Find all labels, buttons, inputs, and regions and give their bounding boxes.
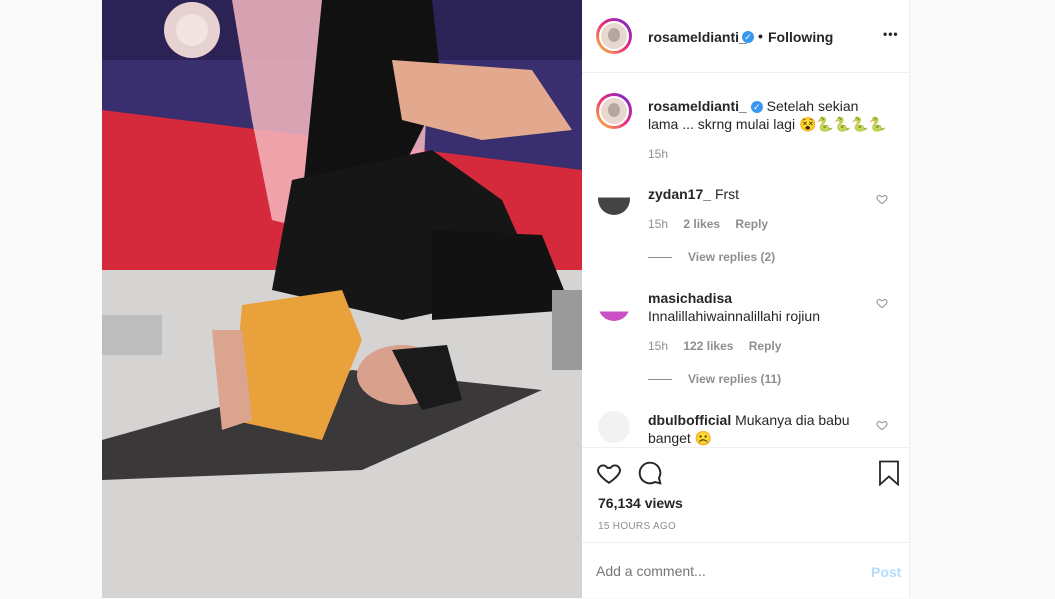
comment-likes[interactable]: 2 likes	[683, 217, 720, 231]
comment-meta: 15h 122 likes Reply	[648, 339, 781, 353]
following-button[interactable]: Following	[768, 29, 833, 45]
comment-text: Frst	[714, 186, 740, 202]
post-actions: 76,134 views 15 HOURS AGO	[582, 447, 909, 543]
author-avatar[interactable]	[596, 18, 632, 54]
comment-username[interactable]: dbulbofficial	[648, 412, 731, 428]
comment-time: 15h	[648, 217, 669, 231]
comment-item: masichadisa Innalillahiwainnalillahi roj…	[648, 289, 868, 325]
verified-icon: ✓	[750, 101, 763, 114]
comment-meta: 15h 2 likes Reply	[648, 217, 768, 231]
add-comment-bar: Post	[582, 542, 909, 599]
more-options-icon[interactable]: •••	[883, 27, 899, 41]
comment-username[interactable]: zydan17_	[648, 186, 711, 202]
comment-item: dbulbofficial Mukanya dia babu banget ☹️	[648, 411, 868, 447]
comment-icon[interactable]	[637, 460, 663, 486]
caption-time: 15h	[648, 147, 669, 161]
like-comment-heart-icon[interactable]	[876, 297, 888, 309]
bookmark-icon[interactable]	[878, 460, 900, 486]
comments-list[interactable]: rosameldianti_ ✓ Setelah sekian lama ...…	[582, 73, 909, 447]
post-timestamp[interactable]: 15 HOURS AGO	[598, 521, 676, 532]
comment-item: zydan17_ Frst	[648, 185, 868, 203]
reply-button[interactable]: Reply	[749, 339, 782, 353]
comment-likes[interactable]: 122 likes	[683, 339, 733, 353]
caption: rosameldianti_ ✓ Setelah sekian lama ...…	[648, 97, 888, 133]
view-count[interactable]: 76,134 views	[598, 495, 683, 511]
post-header: rosameldianti_ ✓ • Following •••	[582, 0, 909, 73]
comment-username[interactable]: masichadisa	[648, 290, 732, 306]
caption-avatar[interactable]	[596, 93, 632, 129]
comment-text: Innalillahiwainnalillahi rojiun	[648, 308, 820, 324]
post-details-panel: rosameldianti_ ✓ • Following ••• rosamel…	[582, 0, 910, 598]
view-replies-button[interactable]: View replies (2)	[648, 250, 775, 264]
like-comment-heart-icon[interactable]	[876, 419, 888, 431]
post-comment-button[interactable]: Post	[871, 564, 901, 580]
dot-separator: •	[758, 28, 763, 44]
divider	[648, 379, 672, 381]
verified-icon: ✓	[742, 31, 754, 43]
add-comment-input[interactable]	[596, 561, 846, 581]
heart-icon[interactable]	[596, 460, 622, 486]
comment-avatar[interactable]	[598, 289, 630, 321]
comment-avatar[interactable]	[598, 183, 630, 215]
divider	[648, 257, 672, 259]
video-frame-illustration	[102, 0, 582, 598]
author-username[interactable]: rosameldianti_	[648, 29, 747, 45]
post-video[interactable]	[102, 0, 582, 598]
comment-time: 15h	[648, 339, 669, 353]
reply-button[interactable]: Reply	[735, 217, 768, 231]
view-replies-label: View replies (2)	[688, 250, 776, 264]
caption-username[interactable]: rosameldianti_	[648, 98, 747, 114]
like-comment-heart-icon[interactable]	[876, 193, 888, 205]
comment-avatar[interactable]	[598, 411, 630, 443]
view-replies-button[interactable]: View replies (11)	[648, 372, 781, 386]
view-replies-label: View replies (11)	[688, 372, 782, 386]
